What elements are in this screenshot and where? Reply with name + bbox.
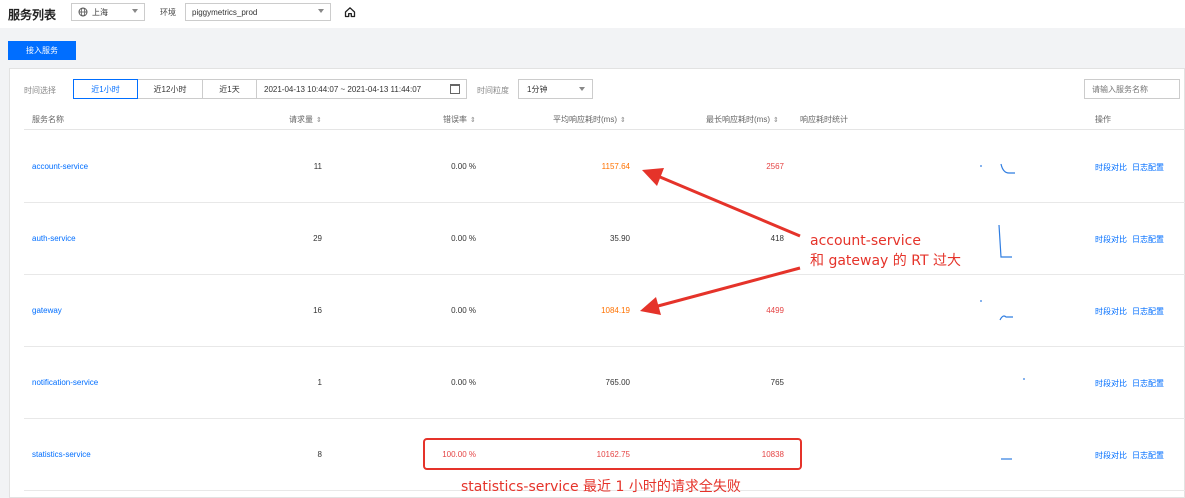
log-config-link[interactable]: 日志配置	[1132, 307, 1164, 316]
table-header: 服务名称 请求量 ⇕ 错误率 ⇕ 平均响应耗时(ms) ⇕ 最长响应耗时(ms) ⇕ 响…	[24, 108, 1185, 130]
log-config-link[interactable]: 日志配置	[1132, 451, 1164, 460]
chevron-down-icon	[579, 87, 585, 91]
max-rt: 4499	[766, 306, 784, 315]
request-count: 1	[317, 378, 322, 387]
rt-sparkline	[998, 224, 1012, 258]
error-rate: 0.00 %	[451, 234, 476, 243]
row-actions: 时段对比 日志配置	[1095, 306, 1169, 317]
max-rt: 418	[770, 234, 784, 243]
col-rt-stats: 响应耗时统计	[800, 115, 848, 124]
date-range-value: 2021-04-13 10:44:07 ~ 2021-04-13 11:44:0…	[264, 84, 422, 94]
avg-rt: 1157.64	[601, 162, 630, 171]
log-config-link[interactable]: 日志配置	[1132, 379, 1164, 388]
chevron-down-icon	[132, 9, 138, 13]
compare-link[interactable]: 时段对比	[1095, 235, 1127, 244]
date-range-picker[interactable]: 2021-04-13 10:44:07 ~ 2021-04-13 11:44:0…	[256, 79, 467, 99]
granularity-value: 1分钟	[527, 84, 548, 94]
service-link[interactable]: auth-service	[32, 234, 76, 243]
col-avg-rt[interactable]: 平均响应耗时(ms) ⇕	[553, 114, 626, 125]
rt-annotation-line1: account-service	[810, 233, 921, 249]
row-actions: 时段对比 日志配置	[1095, 378, 1169, 389]
service-search-input[interactable]	[1084, 79, 1180, 99]
granularity-select[interactable]: 1分钟	[518, 79, 593, 99]
row-actions: 时段对比 日志配置	[1095, 162, 1169, 173]
request-count: 11	[313, 162, 322, 171]
avg-rt: 35.90	[609, 234, 630, 243]
sort-icon: ⇕	[470, 117, 476, 124]
table-row: account-service 11 0.00 % 1157.64 2567 时…	[24, 131, 1185, 203]
page-title: 服务列表	[8, 8, 57, 22]
service-link[interactable]: statistics-service	[32, 450, 91, 459]
compare-link[interactable]: 时段对比	[1095, 307, 1127, 316]
row-actions: 时段对比 日志配置	[1095, 234, 1169, 245]
col-avg-rt-label: 平均响应耗时(ms)	[553, 115, 617, 124]
env-value: piggymetrics_prod	[192, 7, 258, 17]
tab-1-day[interactable]: 近1天	[202, 79, 257, 99]
log-config-link[interactable]: 日志配置	[1132, 163, 1164, 172]
request-count: 16	[313, 306, 322, 315]
rt-sparkline	[980, 300, 1013, 321]
service-link[interactable]: account-service	[32, 162, 88, 171]
statistics-annotation: statistics-service 最近 1 小时的请求全失败	[461, 479, 741, 495]
rt-annotation-line2: 和 gateway 的 RT 过大	[810, 253, 961, 269]
sort-icon: ⇕	[620, 117, 626, 124]
globe-icon	[78, 7, 88, 17]
compare-link[interactable]: 时段对比	[1095, 451, 1127, 460]
avg-rt: 1084.19	[601, 306, 630, 315]
sort-icon: ⇕	[316, 117, 322, 124]
col-requests-label: 请求量	[289, 115, 313, 124]
col-max-rt-label: 最长响应耗时(ms)	[706, 115, 770, 124]
col-ops: 操作	[1095, 115, 1111, 124]
compare-link[interactable]: 时段对比	[1095, 379, 1127, 388]
avg-rt: 765.00	[605, 378, 630, 387]
table-row: notification-service 1 0.00 % 765.00 765…	[24, 347, 1185, 419]
tab-12-hours[interactable]: 近12小时	[137, 79, 203, 99]
rt-sparkline	[980, 163, 1015, 174]
log-config-link[interactable]: 日志配置	[1132, 235, 1164, 244]
env-label: 环境	[160, 8, 176, 17]
table-row: gateway 16 0.00 % 1084.19 4499 时段对比 日志配置	[24, 275, 1185, 347]
error-rate: 0.00 %	[451, 378, 476, 387]
region-select[interactable]: 上海	[71, 3, 145, 21]
compare-link[interactable]: 时段对比	[1095, 163, 1127, 172]
request-count: 29	[313, 234, 322, 243]
error-rate: 0.00 %	[451, 306, 476, 315]
col-error-rate-label: 错误率	[443, 115, 467, 124]
col-max-rt[interactable]: 最长响应耗时(ms) ⇕	[706, 114, 779, 125]
request-count: 8	[317, 450, 322, 459]
statistics-highlight-box	[423, 438, 802, 470]
error-rate: 0.00 %	[451, 162, 476, 171]
col-error-rate[interactable]: 错误率 ⇕	[443, 114, 476, 125]
tab-1-hour[interactable]: 近1小时	[73, 79, 138, 99]
add-service-button[interactable]: 接入服务	[8, 41, 76, 60]
service-link[interactable]: notification-service	[32, 378, 98, 387]
calendar-icon	[450, 84, 460, 94]
region-value: 上海	[92, 7, 108, 17]
time-select-label: 时间选择	[24, 86, 56, 95]
top-bar: 服务列表 上海 环境 piggymetrics_prod	[0, 0, 1185, 28]
rt-sparkline	[1023, 378, 1025, 380]
col-requests[interactable]: 请求量 ⇕	[289, 114, 322, 125]
chevron-down-icon	[318, 9, 324, 13]
service-link[interactable]: gateway	[32, 306, 62, 315]
home-icon[interactable]	[344, 6, 356, 18]
row-actions: 时段对比 日志配置	[1095, 450, 1169, 461]
granularity-label: 时间粒度	[477, 86, 509, 95]
rt-sparkline	[1001, 458, 1012, 460]
env-select[interactable]: piggymetrics_prod	[185, 3, 331, 21]
sort-icon: ⇕	[773, 117, 779, 124]
max-rt: 765	[770, 378, 784, 387]
col-service-name: 服务名称	[32, 115, 64, 124]
max-rt: 2567	[766, 162, 784, 171]
table-row: auth-service 29 0.00 % 35.90 418 时段对比 日志配…	[24, 203, 1185, 275]
